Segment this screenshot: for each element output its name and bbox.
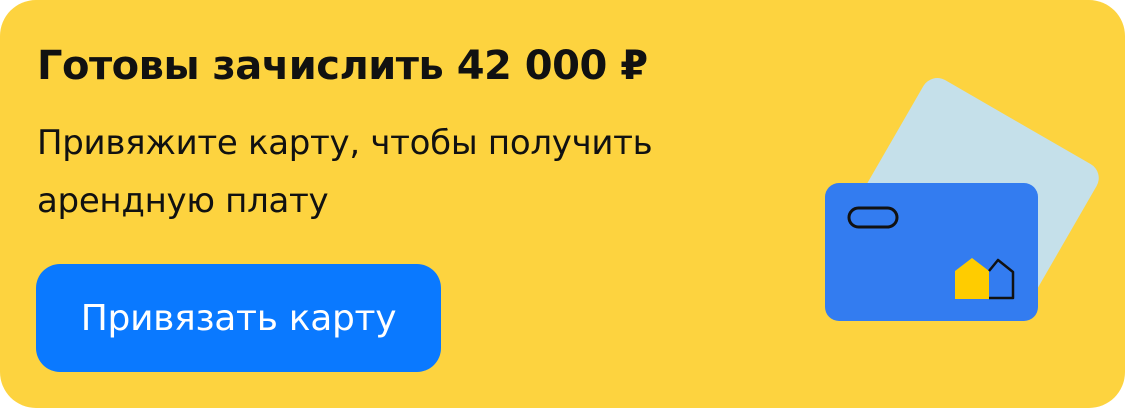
banner-title: Готовы зачислить 42 000 ₽ (37, 43, 648, 89)
bank-cards-icon (825, 78, 1099, 321)
banner-subtitle: Привяжите карту, чтобы получить арендную… (37, 123, 653, 221)
card-front-icon (825, 183, 1038, 321)
link-card-button[interactable]: Привязать карту (36, 264, 441, 372)
link-card-banner: Готовы зачислить 42 000 ₽ Привяжите карт… (0, 0, 1125, 408)
